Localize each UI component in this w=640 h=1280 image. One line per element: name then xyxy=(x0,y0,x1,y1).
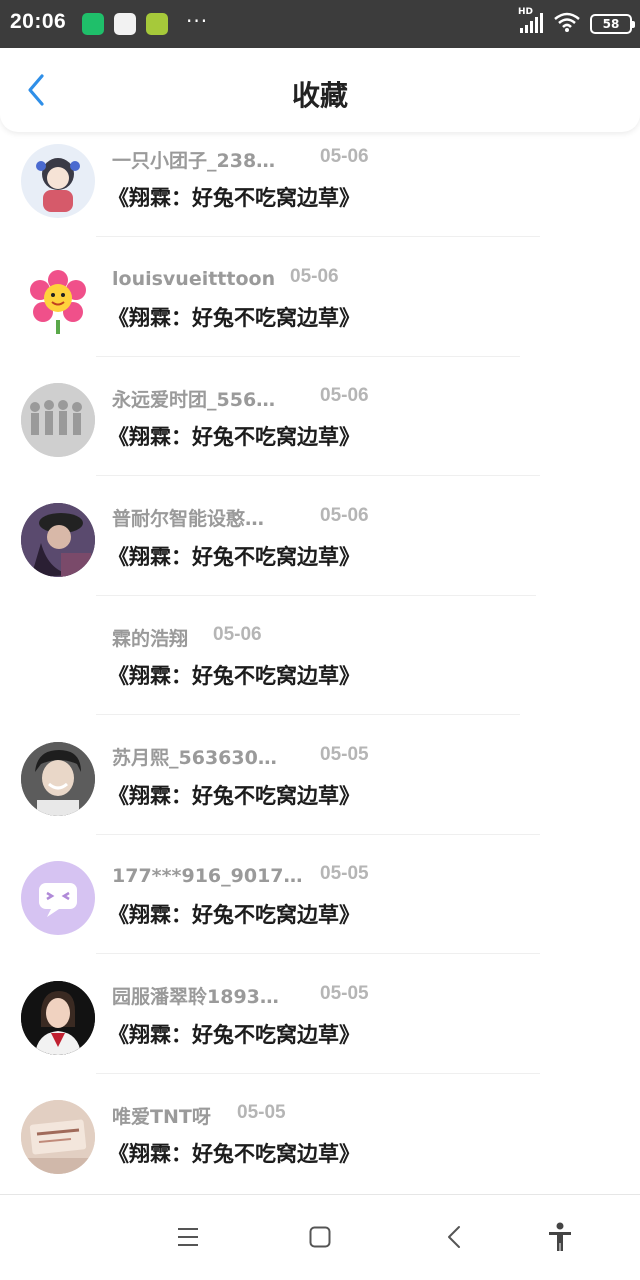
item-title: 《翔霖：好兔不吃窝边草》 xyxy=(108,664,360,688)
avatar xyxy=(21,861,95,935)
divider xyxy=(96,833,540,835)
list-item[interactable]: 一只小团子_238… 05-06 《翔霖：好兔不吃窝边草》 xyxy=(0,132,640,252)
username: louisvueitttoon xyxy=(112,267,276,290)
item-title: 《翔霖：好兔不吃窝边草》 xyxy=(108,425,360,449)
avatar xyxy=(21,980,95,1055)
list-item[interactable]: 普耐尔智能设憨… 05-06 《翔霖：好兔不吃窝边草》 xyxy=(0,491,640,611)
date: 05-06 xyxy=(320,385,369,406)
divider xyxy=(96,236,540,237)
more-notifications-icon: ··· xyxy=(186,9,209,33)
shield-app-icon xyxy=(82,13,104,35)
divider xyxy=(96,594,536,596)
avatar xyxy=(21,1100,95,1174)
signal-icon: HD xyxy=(518,7,544,35)
divider xyxy=(96,1072,540,1074)
date: 05-06 xyxy=(320,504,369,526)
date: 05-05 xyxy=(320,743,369,765)
date: 05-05 xyxy=(320,863,369,884)
username: 177***916_9017… xyxy=(112,865,303,887)
date: 05-05 xyxy=(320,982,369,1004)
divider xyxy=(96,714,520,715)
username: 一只小团子_238… xyxy=(112,149,276,172)
list-item[interactable]: 唯爱TNT呀 05-05 《翔霖：好兔不吃窝边草》 xyxy=(0,1088,640,1208)
date: 05-06 xyxy=(290,265,339,287)
play-store-app-icon xyxy=(114,13,136,35)
back-nav-button[interactable] xyxy=(434,1217,474,1257)
username: 普耐尔智能设憨… xyxy=(112,508,265,530)
username: 园服潘翠聆1893… xyxy=(112,986,279,1008)
list-item[interactable]: 苏月熙_563630… 05-05 《翔霖：好兔不吃窝边草》 xyxy=(0,730,640,850)
item-title: 《翔霖：好兔不吃窝边草》 xyxy=(108,305,360,330)
triangle-back-icon xyxy=(448,1226,460,1248)
avatar xyxy=(21,263,95,338)
status-bar: 20:06 ··· HD 58 xyxy=(0,0,640,48)
menu-button[interactable] xyxy=(168,1217,208,1257)
item-title: 《翔霖：好兔不吃窝边草》 xyxy=(108,783,360,808)
list-item[interactable]: 177***916_9017… 05-05 《翔霖：好兔不吃窝边草》 xyxy=(0,849,640,969)
list-item[interactable]: 园服潘翠聆1893… 05-05 《翔霖：好兔不吃窝边草》 xyxy=(0,969,640,1089)
avatar xyxy=(21,502,95,577)
item-title: 《翔霖：好兔不吃窝边草》 xyxy=(108,186,360,210)
avatar xyxy=(21,741,95,816)
item-title: 《翔霖：好兔不吃窝边草》 xyxy=(108,1142,360,1166)
item-title: 《翔霖：好兔不吃窝边草》 xyxy=(108,1022,360,1047)
system-nav-bar xyxy=(0,1194,640,1280)
list-item[interactable]: 霖的浩翔 05-06 《翔霖：好兔不吃窝边草》 xyxy=(0,610,640,730)
avatar xyxy=(21,144,95,218)
battery-icon: 58 xyxy=(590,14,635,34)
username: 唯爱TNT呀 xyxy=(112,1105,211,1128)
accessibility-button[interactable] xyxy=(540,1217,580,1257)
date: 05-06 xyxy=(320,146,369,167)
header: 收藏 xyxy=(0,48,640,132)
username: 霖的浩翔 xyxy=(112,627,189,650)
divider xyxy=(96,475,540,476)
item-title: 《翔霖：好兔不吃窝边草》 xyxy=(108,544,360,569)
wifi-icon xyxy=(554,12,580,36)
favorites-list: 一只小团子_238… 05-06 《翔霖：好兔不吃窝边草》 louisvueit… xyxy=(0,132,640,1208)
date: 05-05 xyxy=(237,1102,286,1123)
menu-icon xyxy=(178,1228,198,1246)
home-button[interactable] xyxy=(300,1217,340,1257)
username: 永远爱时团_556… xyxy=(112,388,276,411)
square-home-icon xyxy=(309,1226,331,1248)
list-item[interactable]: 永远爱时团_556… 05-06 《翔霖：好兔不吃窝边草》 xyxy=(0,371,640,491)
gear-app-icon xyxy=(146,13,168,35)
divider xyxy=(96,953,540,954)
username: 苏月熙_563630… xyxy=(112,747,277,769)
avatar xyxy=(21,383,95,457)
list-item[interactable]: louisvueitttoon 05-06 《翔霖：好兔不吃窝边草》 xyxy=(0,252,640,372)
date: 05-06 xyxy=(213,624,262,645)
status-time: 20:06 xyxy=(10,10,67,33)
item-title: 《翔霖：好兔不吃窝边草》 xyxy=(108,903,360,927)
divider xyxy=(96,355,520,357)
page-title: 收藏 xyxy=(291,79,348,112)
accessibility-icon xyxy=(549,1222,571,1251)
